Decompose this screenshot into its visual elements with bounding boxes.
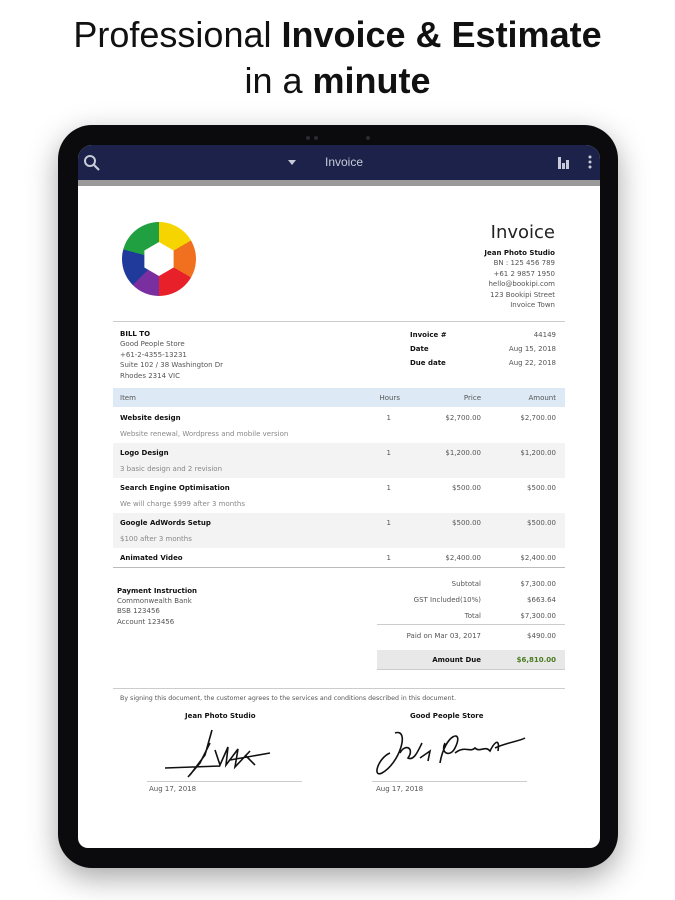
item-name: Google AdWords Setup [120, 519, 211, 527]
headline-line-1: Professional Invoice & Estimate [73, 14, 602, 55]
company-name: Jean Photo Studio [484, 249, 555, 257]
item-hours: 1 [386, 484, 391, 492]
camera [366, 136, 370, 140]
invoice-title: Invoice [490, 222, 555, 243]
item-price: $2,700.00 [445, 414, 481, 422]
total-value: $7,300.00 [520, 612, 556, 620]
bill-to-phone: +61-2-4355-13231 [120, 351, 187, 359]
item-amount: $1,200.00 [520, 449, 556, 457]
item-price: $2,400.00 [445, 554, 481, 562]
item-amount: $2,700.00 [520, 414, 556, 422]
item-description: $100 after 3 months [120, 535, 192, 543]
screen: Invoice Invoice Jean Photo Studio BN : 1… [78, 145, 600, 848]
amount-due-label: Amount Due [432, 656, 481, 664]
sensor [306, 136, 310, 140]
payment-bank: Commonwealth Bank [117, 597, 192, 605]
divider [113, 688, 565, 689]
company-town: Invoice Town [510, 301, 555, 309]
company-street: 123 Bookipi Street [490, 291, 555, 299]
total-value: $7,300.00 [520, 580, 556, 588]
divider [377, 624, 565, 625]
total-label: Subtotal [451, 580, 481, 588]
total-value: $663.64 [527, 596, 556, 604]
payment-label: Payment Instruction [117, 587, 198, 595]
company-phone: +61 2 9857 1950 [493, 270, 555, 278]
item-amount: $500.00 [527, 484, 556, 492]
item-hours: 1 [386, 449, 391, 457]
disclaimer: By signing this document, the customer a… [120, 695, 456, 702]
meta-value: 44149 [533, 331, 556, 339]
bill-to-name: Good People Store [120, 340, 185, 348]
item-hours: 1 [386, 554, 391, 562]
company-bn: BN : 125 456 789 [493, 259, 555, 267]
divider [113, 321, 565, 322]
signature-line [372, 781, 527, 782]
column-header: Hours [379, 394, 400, 402]
total-label: Total [464, 612, 481, 620]
paid-value: $490.00 [527, 632, 556, 640]
item-description: Website renewal, Wordpress and mobile ve… [120, 430, 289, 438]
item-description: We will charge $999 after 3 months [120, 500, 246, 508]
signer-name: Jean Photo Studio [185, 712, 256, 720]
meta-value: Aug 15, 2018 [508, 345, 556, 353]
signature-date: Aug 17, 2018 [149, 785, 197, 793]
company-logo [122, 222, 196, 296]
signer-name: Good People Store [410, 712, 484, 720]
total-label: GST Included(10%) [413, 596, 481, 604]
meta-label: Date [410, 345, 429, 353]
invoice-document: Invoice Jean Photo Studio BN : 125 456 7… [78, 145, 600, 848]
table-header [113, 388, 565, 407]
signature-image [164, 729, 271, 778]
column-header: Item [120, 394, 136, 402]
headline-line-2: in a minute [244, 60, 431, 101]
bill-to-label: BILL TO [120, 330, 151, 338]
item-name: Animated Video [120, 554, 183, 562]
meta-label: Invoice # [410, 331, 447, 339]
item-description: 3 basic design and 2 revision [120, 465, 223, 473]
signature-date: Aug 17, 2018 [376, 785, 424, 793]
signature-line [147, 781, 302, 782]
payment-account: Account 123456 [117, 618, 175, 626]
column-header: Amount [528, 394, 556, 402]
sensor [314, 136, 318, 140]
divider [113, 567, 565, 568]
amount-due-value: $6,810.00 [516, 656, 556, 664]
meta-label: Due date [410, 359, 446, 367]
paid-label: Paid on Mar 03, 2017 [406, 632, 481, 640]
bill-to-address: Suite 102 / 38 Washington Dr [120, 361, 224, 369]
item-name: Search Engine Optimisation [120, 484, 230, 492]
signature-image [376, 731, 526, 775]
column-header: Price [463, 394, 481, 402]
meta-value: Aug 22, 2018 [508, 359, 556, 367]
item-amount: $2,400.00 [520, 554, 556, 562]
item-name: Website design [120, 414, 181, 422]
item-price: $500.00 [452, 484, 481, 492]
bill-to-address: Rhodes 2314 VIC [120, 372, 180, 380]
payment-bsb: BSB 123456 [117, 607, 160, 615]
item-price: $500.00 [452, 519, 481, 527]
item-hours: 1 [386, 519, 391, 527]
company-email: hello@bookipi.com [488, 280, 556, 288]
item-amount: $500.00 [527, 519, 556, 527]
item-name: Logo Design [120, 449, 169, 457]
item-price: $1,200.00 [445, 449, 481, 457]
item-hours: 1 [386, 414, 391, 422]
